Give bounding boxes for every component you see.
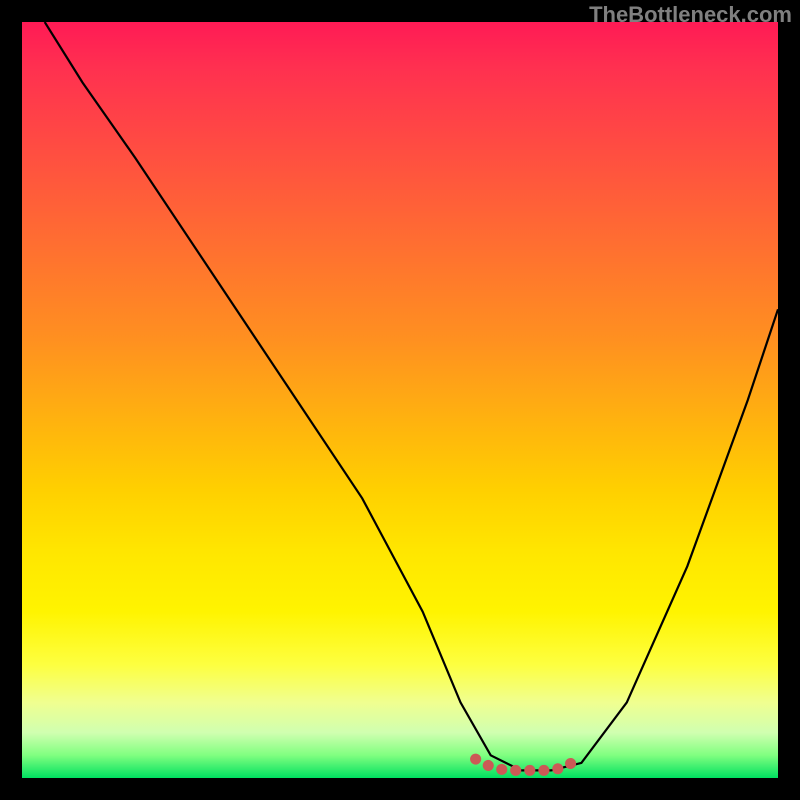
plot-area (22, 22, 778, 778)
bottleneck-curve (45, 22, 778, 770)
chart-container: TheBottleneck.com (0, 0, 800, 800)
watermark-text: TheBottleneck.com (589, 2, 792, 28)
chart-svg (22, 22, 778, 778)
optimal-zone-dots (476, 755, 582, 770)
